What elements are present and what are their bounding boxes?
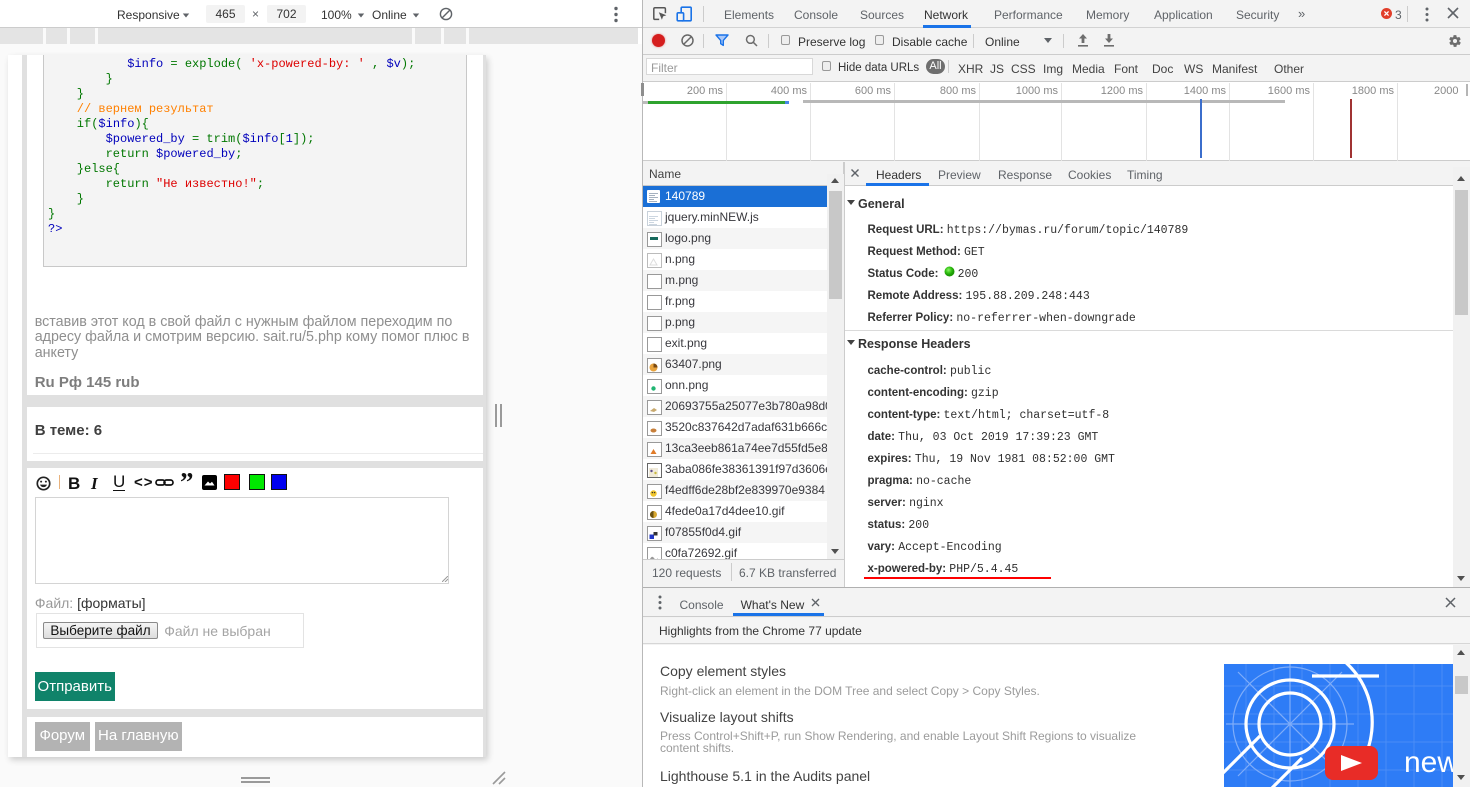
svg-text:new: new [1404,746,1453,779]
